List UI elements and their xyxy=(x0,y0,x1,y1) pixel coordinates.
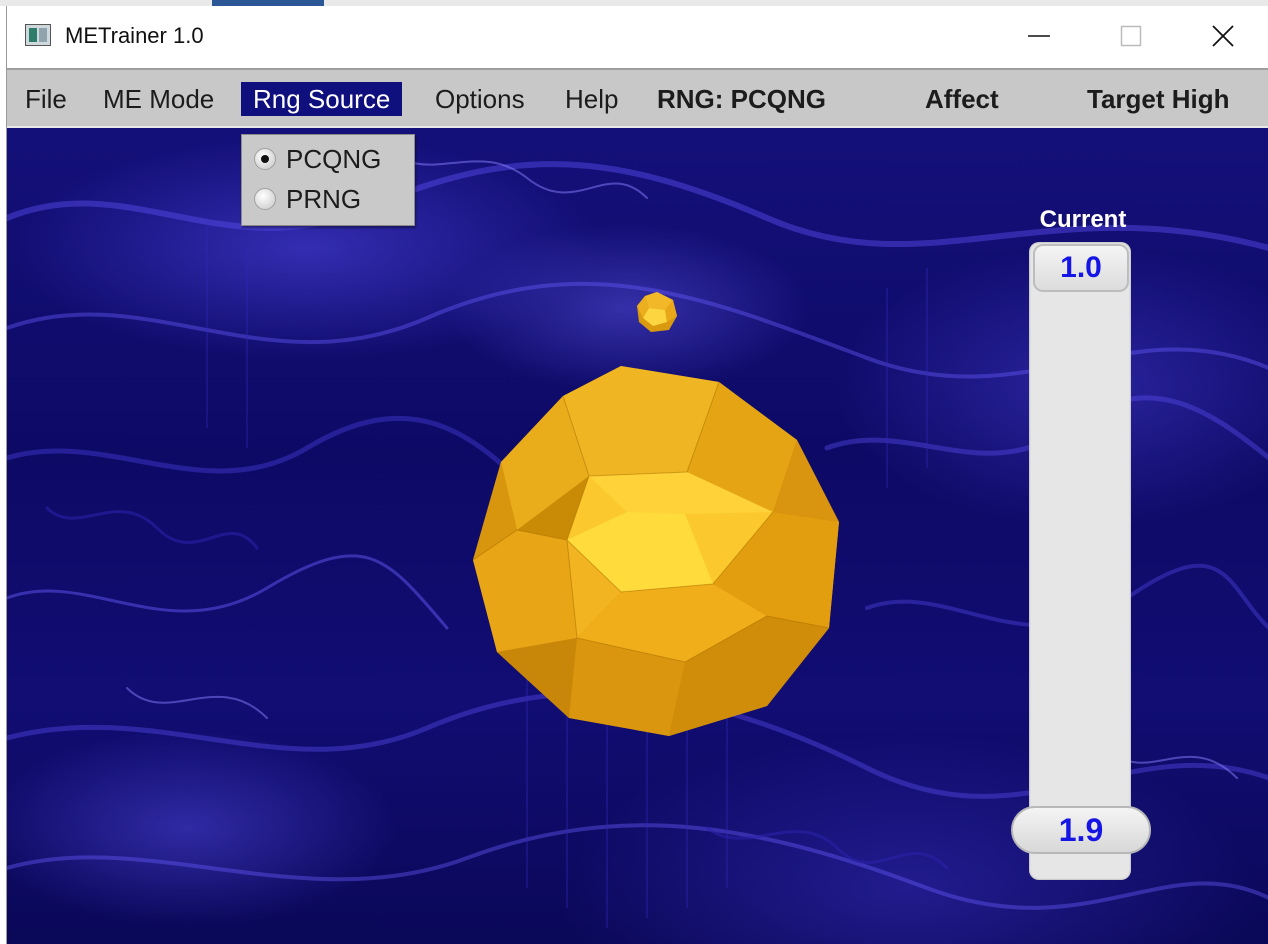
radio-label-prng: PRNG xyxy=(286,183,362,214)
mode-status: Affect xyxy=(925,84,999,114)
menu-me-mode[interactable]: ME Mode xyxy=(91,82,226,116)
minimize-icon xyxy=(1028,35,1050,37)
rng-source-dropdown: PCQNG PRNG xyxy=(241,134,415,226)
menu-options[interactable]: Options xyxy=(423,82,537,116)
minimize-button[interactable] xyxy=(993,6,1085,66)
rng-status: RNG: PCQNG xyxy=(657,84,826,114)
window-title: METrainer 1.0 xyxy=(65,23,204,48)
menu-help[interactable]: Help xyxy=(553,82,630,116)
current-value-indicator: 1.0 xyxy=(1033,244,1129,292)
radio-pcqng[interactable] xyxy=(254,148,276,170)
app-icon[interactable] xyxy=(25,24,51,46)
gauge-label: Current xyxy=(1039,206,1127,233)
target-status: Target High xyxy=(1087,84,1230,114)
title-bar[interactable]: METrainer 1.0 xyxy=(7,6,1268,66)
target-orb xyxy=(472,366,839,736)
radio-label-pcqng: PCQNG xyxy=(286,143,382,174)
radio-selected-dot xyxy=(261,155,269,163)
close-icon xyxy=(1212,25,1234,47)
menu-bar: File ME Mode Rng Source Options Help RNG… xyxy=(7,68,1268,128)
app-window: METrainer 1.0 File ME Mode Rng Source Op… xyxy=(6,6,1268,944)
rng-option-pcqng[interactable]: PCQNG xyxy=(254,143,381,175)
maximize-icon xyxy=(1120,25,1142,47)
maximize-button[interactable] xyxy=(1085,6,1177,66)
target-value-slider[interactable]: 1.9 xyxy=(1011,806,1151,854)
menu-rng-source[interactable]: Rng Source xyxy=(241,82,403,116)
close-button[interactable] xyxy=(1177,6,1268,66)
menu-file[interactable]: File xyxy=(13,82,79,116)
gauge-track xyxy=(1029,242,1131,880)
radio-prng[interactable] xyxy=(254,188,276,210)
rng-option-prng[interactable]: PRNG xyxy=(254,183,361,215)
small-orb xyxy=(637,292,677,332)
